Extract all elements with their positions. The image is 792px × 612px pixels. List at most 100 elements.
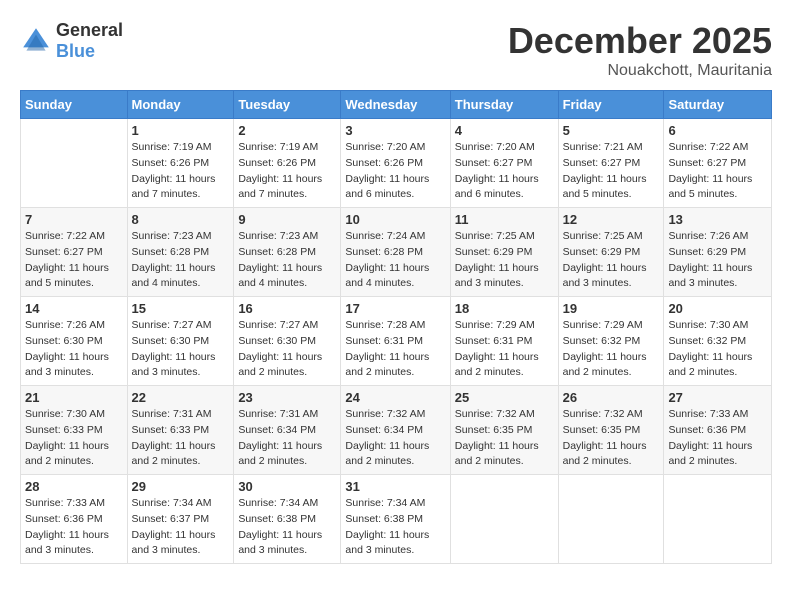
day-number: 3 [345,123,445,138]
weekday-header: Thursday [450,91,558,119]
calendar-day-cell: 11Sunrise: 7:25 AM Sunset: 6:29 PM Dayli… [450,208,558,297]
calendar-day-cell: 3 Sunrise: 7:20 AM Sunset: 6:26 PM Daylig… [341,119,450,208]
day-info: Sunrise: 7:31 AM Sunset: 6:33 PM Dayligh… [132,407,230,470]
day-number: 22 [132,390,230,405]
calendar-day-cell: 24 Sunrise: 7:32 AM Sunset: 6:34 PM Dayli… [341,386,450,475]
day-number: 20 [668,301,767,316]
day-info: Sunrise: 7:34 AM Sunset: 6:37 PM Dayligh… [132,496,230,559]
calendar-day-cell: 10Sunrise: 7:24 AM Sunset: 6:28 PM Dayli… [341,208,450,297]
day-number: 24 [345,390,445,405]
day-number: 1 [132,123,230,138]
day-info: Sunrise: 7:21 AM Sunset: 6:27 PM Dayligh… [563,140,660,203]
logo: General Blue [20,20,123,62]
day-info: Sunrise: 7:19 AM Sunset: 6:26 PM Dayligh… [132,140,230,203]
day-info: Sunrise: 7:25 AM Sunset: 6:29 PM Dayligh… [563,229,660,292]
day-number: 5 [563,123,660,138]
day-info: Sunrise: 7:19 AM Sunset: 6:26 PM Dayligh… [238,140,336,203]
day-number: 29 [132,479,230,494]
calendar-day-cell: 29 Sunrise: 7:34 AM Sunset: 6:37 PM Dayli… [127,475,234,564]
day-info: Sunrise: 7:28 AM Sunset: 6:31 PM Dayligh… [345,318,445,381]
calendar-day-cell: 20 Sunrise: 7:30 AM Sunset: 6:32 PM Dayli… [664,297,772,386]
day-info: Sunrise: 7:34 AM Sunset: 6:38 PM Dayligh… [238,496,336,559]
calendar-day-cell: 4Sunrise: 7:20 AM Sunset: 6:27 PM Daylig… [450,119,558,208]
calendar-week-row: 7 Sunrise: 7:22 AM Sunset: 6:27 PM Daylig… [21,208,772,297]
calendar-day-cell: 18Sunrise: 7:29 AM Sunset: 6:31 PM Dayli… [450,297,558,386]
day-number: 23 [238,390,336,405]
calendar-day-cell: 23 Sunrise: 7:31 AM Sunset: 6:34 PM Dayli… [234,386,341,475]
day-number: 15 [132,301,230,316]
weekday-header: Friday [558,91,664,119]
month-title: December 2025 [508,20,772,62]
calendar-day-cell [450,475,558,564]
calendar-day-cell: 7 Sunrise: 7:22 AM Sunset: 6:27 PM Daylig… [21,208,128,297]
day-info: Sunrise: 7:31 AM Sunset: 6:34 PM Dayligh… [238,407,336,470]
day-info: Sunrise: 7:29 AM Sunset: 6:32 PM Dayligh… [563,318,660,381]
day-number: 12 [563,212,660,227]
day-number: 14 [25,301,123,316]
calendar-day-cell: 1 Sunrise: 7:19 AM Sunset: 6:26 PM Daylig… [127,119,234,208]
day-info: Sunrise: 7:22 AM Sunset: 6:27 PM Dayligh… [668,140,767,203]
day-number: 13 [668,212,767,227]
weekday-header: Sunday [21,91,128,119]
day-number: 10 [345,212,445,227]
day-info: Sunrise: 7:20 AM Sunset: 6:26 PM Dayligh… [345,140,445,203]
calendar-day-cell: 31 Sunrise: 7:34 AM Sunset: 6:38 PM Dayli… [341,475,450,564]
day-number: 2 [238,123,336,138]
weekday-header-row: SundayMondayTuesdayWednesdayThursdayFrid… [21,91,772,119]
day-info: Sunrise: 7:32 AM Sunset: 6:34 PM Dayligh… [345,407,445,470]
calendar-day-cell: 13Sunrise: 7:26 AM Sunset: 6:29 PM Dayli… [664,208,772,297]
day-number: 16 [238,301,336,316]
day-number: 8 [132,212,230,227]
calendar-day-cell: 6Sunrise: 7:22 AM Sunset: 6:27 PM Daylig… [664,119,772,208]
day-number: 25 [455,390,554,405]
calendar-day-cell: 26 Sunrise: 7:32 AM Sunset: 6:35 PM Dayli… [558,386,664,475]
calendar-day-cell: 30 Sunrise: 7:34 AM Sunset: 6:38 PM Dayli… [234,475,341,564]
day-number: 19 [563,301,660,316]
day-info: Sunrise: 7:22 AM Sunset: 6:27 PM Dayligh… [25,229,123,292]
day-info: Sunrise: 7:34 AM Sunset: 6:38 PM Dayligh… [345,496,445,559]
day-number: 30 [238,479,336,494]
calendar-day-cell: 25 Sunrise: 7:32 AM Sunset: 6:35 PM Dayli… [450,386,558,475]
day-info: Sunrise: 7:23 AM Sunset: 6:28 PM Dayligh… [238,229,336,292]
calendar-day-cell: 17 Sunrise: 7:28 AM Sunset: 6:31 PM Dayli… [341,297,450,386]
calendar-day-cell: 27 Sunrise: 7:33 AM Sunset: 6:36 PM Dayli… [664,386,772,475]
calendar-week-row: 21 Sunrise: 7:30 AM Sunset: 6:33 PM Dayli… [21,386,772,475]
day-info: Sunrise: 7:29 AM Sunset: 6:31 PM Dayligh… [455,318,554,381]
day-info: Sunrise: 7:30 AM Sunset: 6:33 PM Dayligh… [25,407,123,470]
logo-general-text: General [56,20,123,40]
calendar-day-cell: 14Sunrise: 7:26 AM Sunset: 6:30 PM Dayli… [21,297,128,386]
calendar-week-row: 28 Sunrise: 7:33 AM Sunset: 6:36 PM Dayli… [21,475,772,564]
calendar-table: SundayMondayTuesdayWednesdayThursdayFrid… [20,90,772,564]
weekday-header: Tuesday [234,91,341,119]
calendar-day-cell [21,119,128,208]
calendar-week-row: 1 Sunrise: 7:19 AM Sunset: 6:26 PM Daylig… [21,119,772,208]
day-number: 9 [238,212,336,227]
day-info: Sunrise: 7:33 AM Sunset: 6:36 PM Dayligh… [25,496,123,559]
day-info: Sunrise: 7:27 AM Sunset: 6:30 PM Dayligh… [238,318,336,381]
day-number: 26 [563,390,660,405]
calendar-day-cell: 8Sunrise: 7:23 AM Sunset: 6:28 PM Daylig… [127,208,234,297]
calendar-day-cell: 9 Sunrise: 7:23 AM Sunset: 6:28 PM Daylig… [234,208,341,297]
calendar-day-cell: 22 Sunrise: 7:31 AM Sunset: 6:33 PM Dayli… [127,386,234,475]
weekday-header: Saturday [664,91,772,119]
day-info: Sunrise: 7:32 AM Sunset: 6:35 PM Dayligh… [455,407,554,470]
calendar-day-cell: 5 Sunrise: 7:21 AM Sunset: 6:27 PM Daylig… [558,119,664,208]
day-number: 27 [668,390,767,405]
day-number: 17 [345,301,445,316]
day-info: Sunrise: 7:30 AM Sunset: 6:32 PM Dayligh… [668,318,767,381]
day-info: Sunrise: 7:27 AM Sunset: 6:30 PM Dayligh… [132,318,230,381]
day-info: Sunrise: 7:32 AM Sunset: 6:35 PM Dayligh… [563,407,660,470]
weekday-header: Monday [127,91,234,119]
weekday-header: Wednesday [341,91,450,119]
calendar-day-cell: 16 Sunrise: 7:27 AM Sunset: 6:30 PM Dayli… [234,297,341,386]
day-number: 21 [25,390,123,405]
day-number: 31 [345,479,445,494]
day-number: 28 [25,479,123,494]
calendar-day-cell: 2 Sunrise: 7:19 AM Sunset: 6:26 PM Daylig… [234,119,341,208]
day-info: Sunrise: 7:33 AM Sunset: 6:36 PM Dayligh… [668,407,767,470]
page-header: General Blue December 2025 Nouakchott, M… [20,20,772,80]
location-title: Nouakchott, Mauritania [508,62,772,80]
day-number: 7 [25,212,123,227]
day-info: Sunrise: 7:25 AM Sunset: 6:29 PM Dayligh… [455,229,554,292]
calendar-day-cell: 28 Sunrise: 7:33 AM Sunset: 6:36 PM Dayli… [21,475,128,564]
